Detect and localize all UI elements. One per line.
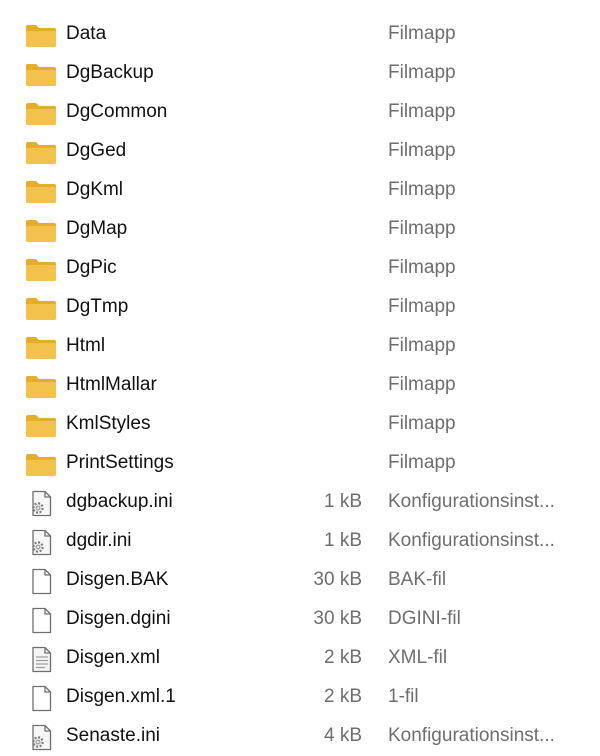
file-type: 1-fil <box>388 686 419 707</box>
folder-icon <box>24 60 58 88</box>
file-row[interactable]: Disgen.xml.1 2 kB 1-fil <box>0 677 600 716</box>
file-name: Senaste.ini <box>66 725 161 746</box>
file-size: 30 kB <box>313 608 362 629</box>
file-type: Filmapp <box>388 296 456 317</box>
file-name: dgdir.ini <box>66 530 132 551</box>
file-type: Filmapp <box>388 218 456 239</box>
file-type: Filmapp <box>388 62 456 83</box>
file-row[interactable]: KmlStyles Filmapp <box>0 404 600 443</box>
file-size: 1 kB <box>323 491 362 512</box>
file-size: 1 kB <box>323 530 362 551</box>
file-row[interactable]: DgPic Filmapp <box>0 248 600 287</box>
file-row[interactable]: dgbackup.ini 1 kB Konfigurationsinst... <box>0 482 600 521</box>
file-row[interactable]: Senaste.ini 4 kB Konfigurationsinst... <box>0 716 600 755</box>
file-row[interactable]: Html Filmapp <box>0 326 600 365</box>
file-type: Konfigurationsinst... <box>388 725 555 746</box>
file-type: Filmapp <box>388 335 456 356</box>
file-name: DgGed <box>66 140 127 161</box>
folder-icon <box>24 177 58 205</box>
file-type: Filmapp <box>388 413 456 434</box>
file-row[interactable]: DgGed Filmapp <box>0 131 600 170</box>
file-size: 2 kB <box>323 647 362 668</box>
file-name: DgKml <box>66 179 124 200</box>
file-row[interactable]: dgdir.ini 1 kB Konfigurationsinst... <box>0 521 600 560</box>
folder-icon <box>24 21 58 49</box>
file-name: Disgen.xml <box>66 647 160 668</box>
file-name: PrintSettings <box>66 452 174 473</box>
folder-icon <box>24 255 58 283</box>
file-name: DgCommon <box>66 101 168 122</box>
settings-file-icon <box>24 489 58 517</box>
file-type: Filmapp <box>388 140 456 161</box>
file-name: HtmlMallar <box>66 374 157 395</box>
file-type: DGINI-fil <box>388 608 461 629</box>
folder-icon <box>24 411 58 439</box>
file-list: Data Filmapp DgBackup Filmapp DgCommon Film… <box>0 14 600 755</box>
blank-file-icon <box>24 684 58 712</box>
file-row[interactable]: Disgen.BAK 30 kB BAK-fil <box>0 560 600 599</box>
folder-icon <box>24 216 58 244</box>
folder-icon <box>24 333 58 361</box>
file-type: Filmapp <box>388 257 456 278</box>
text-file-icon <box>24 645 58 673</box>
file-name: DgTmp <box>66 296 129 317</box>
file-name: DgBackup <box>66 62 154 83</box>
file-row[interactable]: DgTmp Filmapp <box>0 287 600 326</box>
file-type: XML-fil <box>388 647 448 668</box>
settings-file-icon <box>24 528 58 556</box>
blank-file-icon <box>24 567 58 595</box>
file-row[interactable]: Disgen.xml 2 kB XML-fil <box>0 638 600 677</box>
file-type: Filmapp <box>388 374 456 395</box>
file-type: BAK-fil <box>388 569 447 590</box>
file-row[interactable]: DgKml Filmapp <box>0 170 600 209</box>
file-name: KmlStyles <box>66 413 151 434</box>
file-name: DgPic <box>66 257 117 278</box>
file-row[interactable]: DgMap Filmapp <box>0 209 600 248</box>
file-type: Konfigurationsinst... <box>388 530 555 551</box>
file-row[interactable]: Data Filmapp <box>0 14 600 53</box>
file-name: Disgen.dgini <box>66 608 171 629</box>
file-size: 4 kB <box>323 725 362 746</box>
blank-file-icon <box>24 606 58 634</box>
file-row[interactable]: PrintSettings Filmapp <box>0 443 600 482</box>
file-row[interactable]: Disgen.dgini 30 kB DGINI-fil <box>0 599 600 638</box>
file-type: Filmapp <box>388 452 456 473</box>
file-type: Filmapp <box>388 179 456 200</box>
file-name: Data <box>66 23 107 44</box>
file-type: Filmapp <box>388 101 456 122</box>
folder-icon <box>24 99 58 127</box>
folder-icon <box>24 372 58 400</box>
folder-icon <box>24 294 58 322</box>
file-row[interactable]: HtmlMallar Filmapp <box>0 365 600 404</box>
folder-icon <box>24 138 58 166</box>
file-name: Disgen.xml.1 <box>66 686 176 707</box>
folder-icon <box>24 450 58 478</box>
file-type: Konfigurationsinst... <box>388 491 555 512</box>
file-name: Html <box>66 335 106 356</box>
file-row[interactable]: DgBackup Filmapp <box>0 53 600 92</box>
file-size: 30 kB <box>313 569 362 590</box>
settings-file-icon <box>24 723 58 751</box>
file-name: DgMap <box>66 218 128 239</box>
file-name: dgbackup.ini <box>66 491 173 512</box>
file-type: Filmapp <box>388 23 456 44</box>
file-row[interactable]: DgCommon Filmapp <box>0 92 600 131</box>
file-name: Disgen.BAK <box>66 569 169 590</box>
file-size: 2 kB <box>323 686 362 707</box>
